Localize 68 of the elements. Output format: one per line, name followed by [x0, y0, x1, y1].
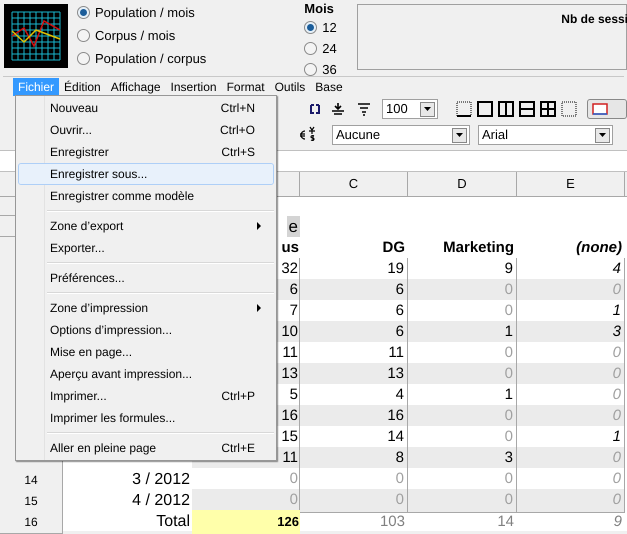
menu-item[interactable]: Outils	[270, 78, 310, 96]
column-header[interactable]: C	[300, 172, 408, 196]
table-cell-text: 9	[612, 512, 623, 532]
menu-item[interactable]: Insertion	[166, 78, 222, 96]
menu-item[interactable]: Zone d’export	[18, 215, 274, 237]
table-cell: 0	[408, 489, 517, 513]
align-center-icon[interactable]	[330, 102, 346, 116]
dropdown-arrow-icon	[456, 133, 463, 137]
zoom-dropdown[interactable]: 100	[382, 99, 438, 119]
border-icon[interactable]	[477, 101, 493, 117]
menu-item[interactable]: Nouveau Ctrl+N	[18, 97, 274, 119]
radio-label: 24	[322, 40, 337, 58]
row-label: 4 / 2012	[132, 491, 190, 511]
table-cell-text: 103	[378, 512, 406, 532]
style-dropdown[interactable]: Aucune	[332, 125, 470, 145]
filter-lines-icon[interactable]	[356, 102, 372, 116]
menu-item[interactable]: Base	[310, 78, 348, 96]
table-cell: 0	[517, 489, 625, 513]
column-header[interactable]: E	[517, 172, 625, 196]
border-icon[interactable]	[456, 101, 472, 117]
column-title: (none)	[576, 238, 622, 258]
menu-item[interactable]: Édition	[59, 78, 106, 96]
radio-label: Corpus / mois	[95, 26, 176, 45]
table-cell: 126	[192, 510, 300, 534]
border-icon[interactable]	[561, 101, 577, 117]
line-chart-icon	[4, 4, 68, 68]
row-header[interactable]: 16	[0, 510, 63, 534]
radio-button[interactable]	[77, 52, 90, 65]
radio-button[interactable]	[77, 6, 90, 19]
column-header[interactable]: D	[408, 172, 517, 196]
radio-button[interactable]	[304, 21, 318, 34]
column-title: us	[281, 238, 299, 258]
border-icon[interactable]	[519, 101, 535, 117]
bracket-icon[interactable]	[310, 104, 320, 114]
menu-item[interactable]: Enregistrer sous...	[18, 163, 274, 185]
table-cell-text: 14	[496, 512, 515, 532]
radio-label: 12	[322, 18, 337, 37]
dropdown-arrow-icon	[599, 133, 606, 137]
menu-item[interactable]: Ouvrir... Ctrl+O	[18, 119, 274, 141]
row-label: 3 / 2012	[132, 470, 190, 490]
color-border-icon	[592, 103, 608, 115]
dropdown-arrow-icon	[424, 107, 431, 111]
radio-label: Population / corpus	[95, 50, 206, 68]
menu-item[interactable]: Enregistrer Ctrl+S	[18, 141, 274, 163]
menu-item[interactable]: Format	[222, 78, 270, 96]
radio-button[interactable]	[77, 29, 90, 42]
row-label: Total	[156, 512, 190, 532]
months-title: Mois	[304, 0, 335, 18]
row-number: 16	[24, 514, 38, 530]
radio-button[interactable]	[304, 42, 318, 55]
color-button[interactable]	[587, 99, 627, 119]
row-number: 15	[24, 492, 38, 510]
row-number: 14	[24, 472, 38, 488]
table-cell: 0	[300, 489, 408, 513]
font-dropdown[interactable]: Arial	[478, 125, 613, 145]
radio-label: 36	[322, 60, 337, 79]
menu-item[interactable]: Affichage	[106, 78, 166, 96]
chart-title: Nb de sessi	[561, 11, 627, 28]
column-title: Marketing	[443, 238, 514, 258]
border-icon[interactable]	[540, 101, 556, 117]
border-icon[interactable]	[498, 101, 514, 117]
menu-item[interactable]: Exporter...	[18, 237, 274, 259]
menu-item[interactable]: Enregistrer comme modèle	[18, 185, 274, 207]
radio-label: Population / mois	[95, 4, 195, 22]
column-title: DG	[382, 238, 405, 258]
currency-icon[interactable]	[298, 126, 318, 144]
title-cell: e	[286, 216, 300, 237]
radio-button[interactable]	[304, 63, 318, 76]
